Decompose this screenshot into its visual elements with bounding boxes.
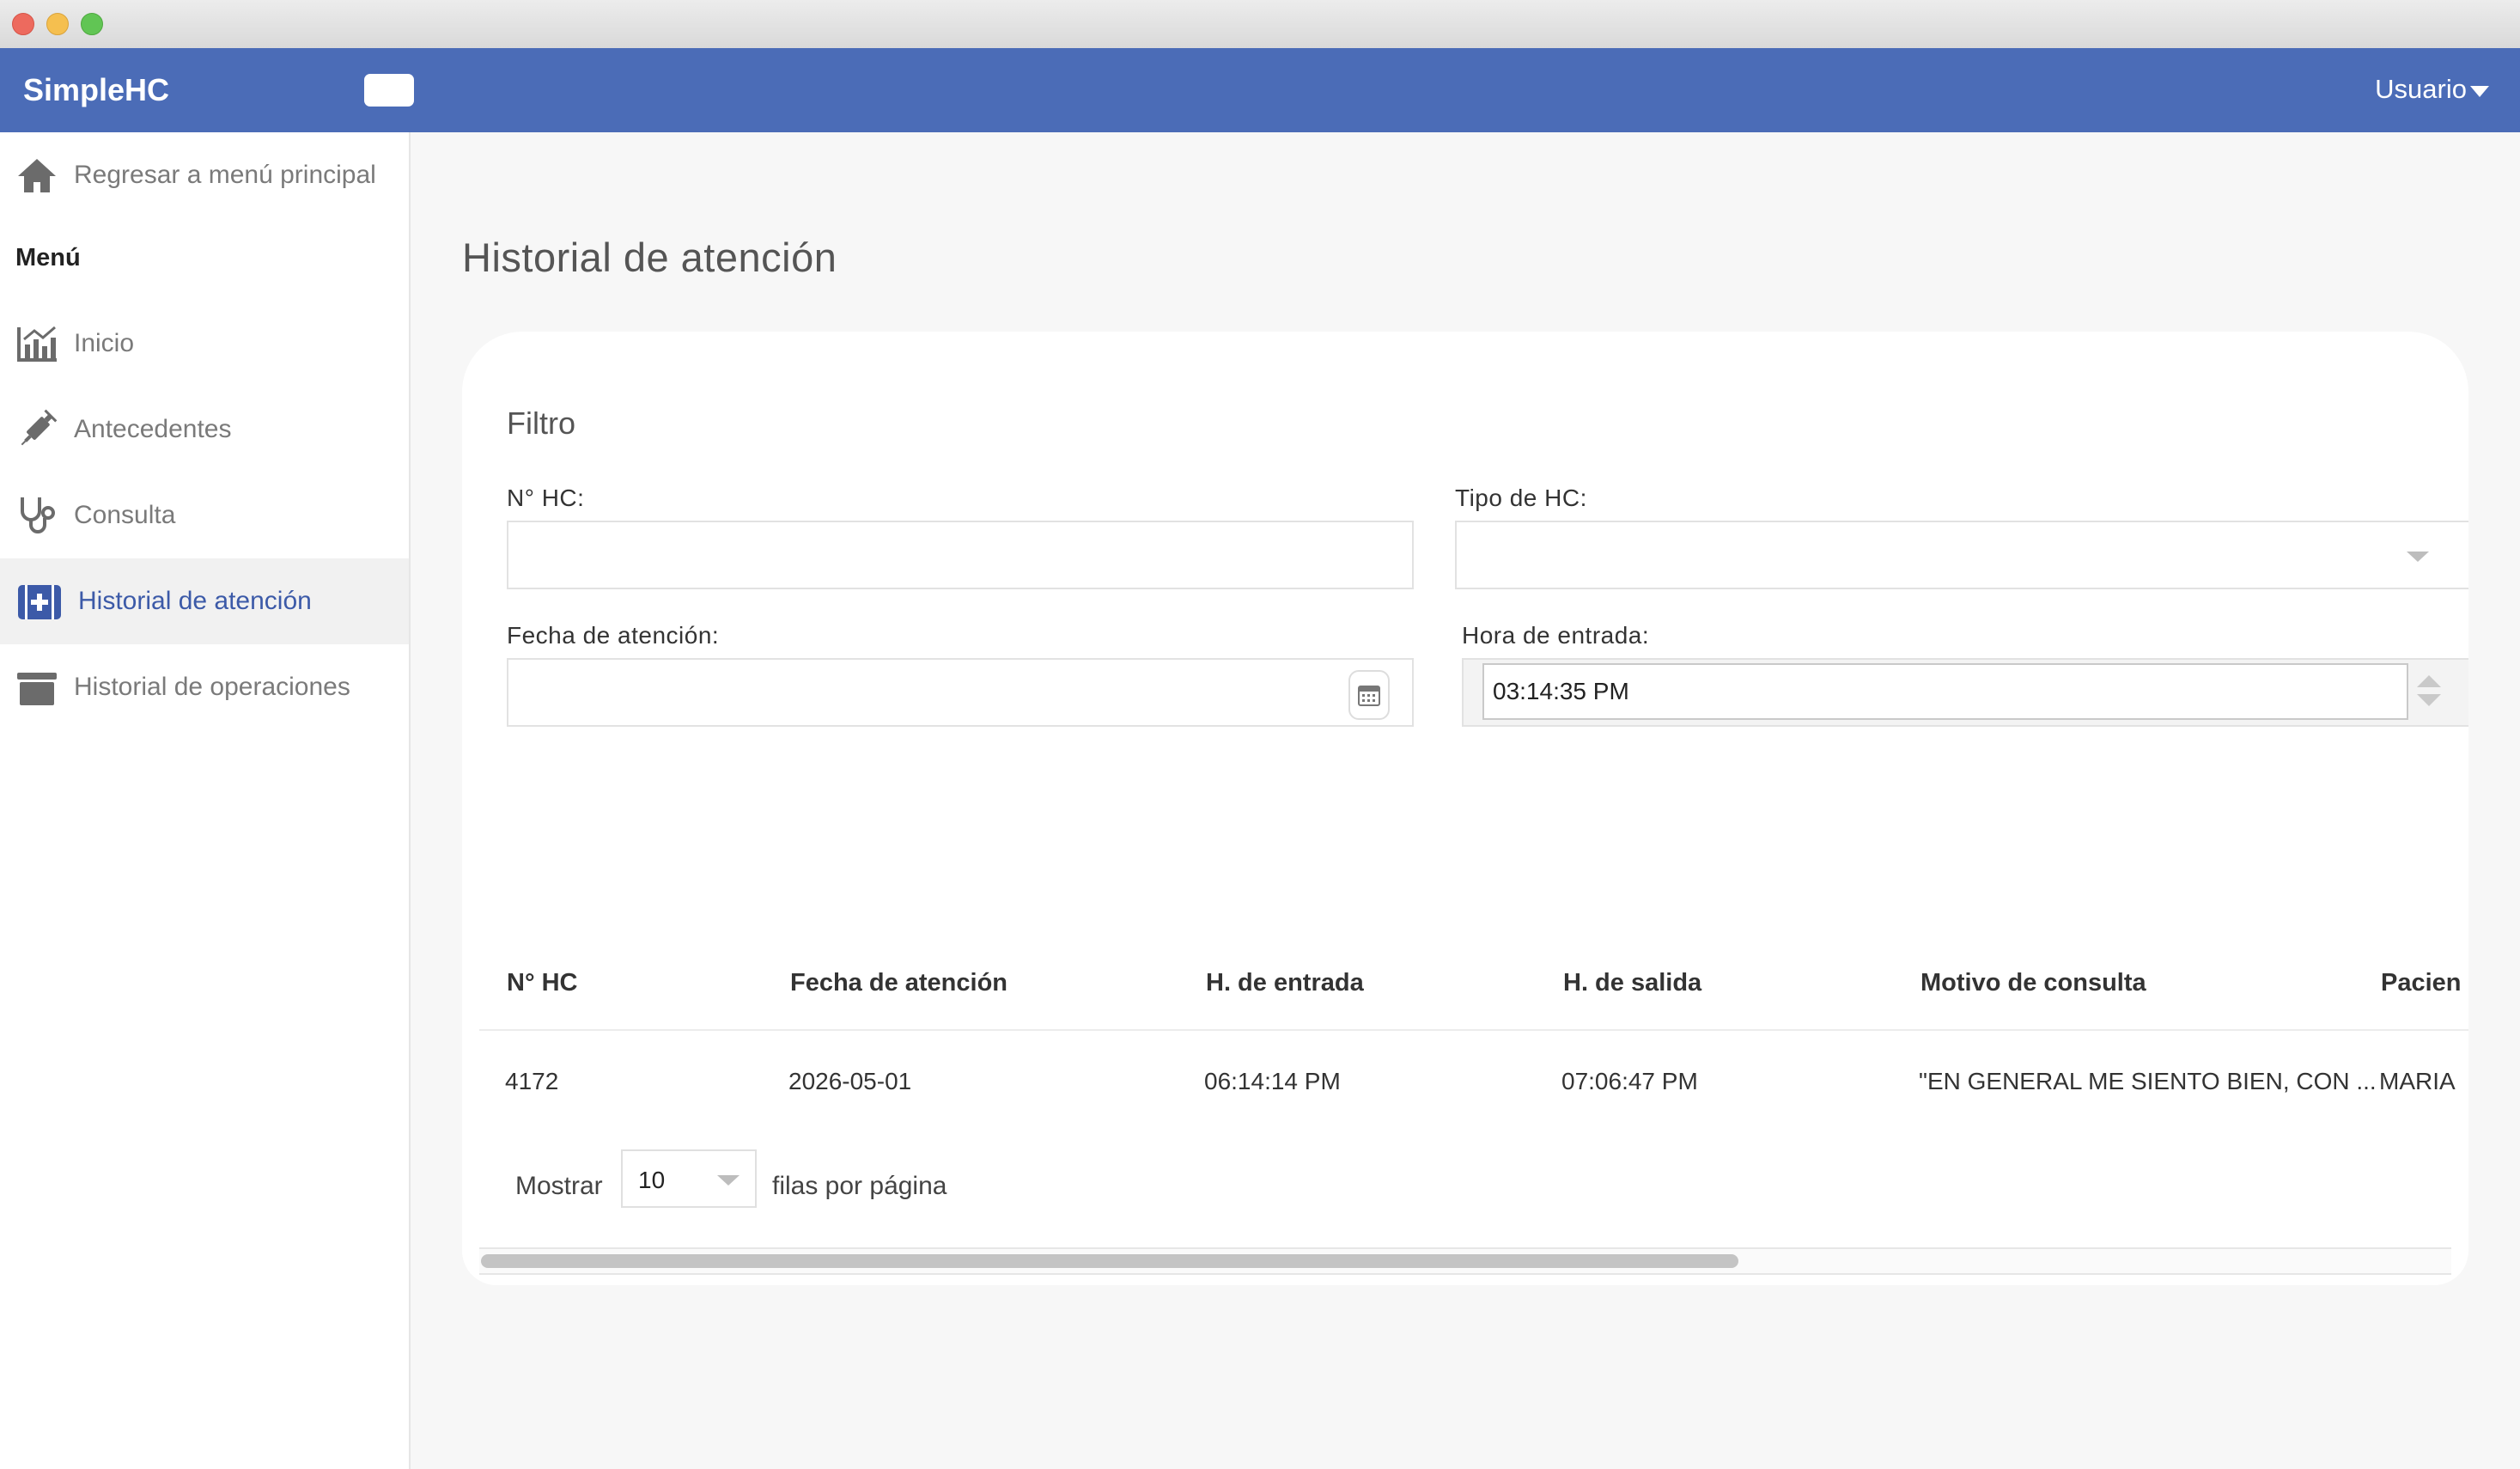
filter-title: Filtro xyxy=(507,405,575,441)
date-label: Fecha de atención: xyxy=(507,622,720,649)
filter-card: Filtro N° HC: Tipo de HC: Fecha de atenc… xyxy=(462,332,2468,1285)
calendar-button[interactable] xyxy=(1348,670,1390,720)
sidebar-item-label: Inicio xyxy=(74,329,135,357)
sidebar-item-consulta[interactable]: Consulta xyxy=(0,472,409,558)
chevron-down-icon xyxy=(717,1175,740,1186)
pager-show-label: Mostrar xyxy=(515,1172,603,1200)
rows-per-page-select[interactable]: 10 xyxy=(621,1149,757,1208)
close-window-button[interactable] xyxy=(12,13,34,35)
spinner-down-icon[interactable] xyxy=(2417,694,2441,706)
sidebar-item-label: Consulta xyxy=(74,501,176,529)
user-menu-label[interactable]: Usuario xyxy=(2375,74,2467,105)
syringe-icon xyxy=(21,409,58,446)
chart-icon xyxy=(17,326,57,362)
sidebar-item-label: Antecedentes xyxy=(74,415,232,443)
rows-per-page-value: 10 xyxy=(638,1167,666,1193)
table-divider xyxy=(479,1029,2468,1031)
main-content: Historial de atención Filtro N° HC: Tipo… xyxy=(411,132,2520,1469)
sidebar-item-antecedentes[interactable]: Antecedentes xyxy=(0,387,409,472)
cell-hc: 4172 xyxy=(505,1068,559,1094)
spinner-up-icon[interactable] xyxy=(2417,675,2441,687)
hc-number-label: N° HC: xyxy=(507,485,585,511)
column-header-patient[interactable]: Pacien xyxy=(2381,969,2462,997)
column-header-exit-time[interactable]: H. de salida xyxy=(1563,969,1701,997)
card-content: Filtro N° HC: Tipo de HC: Fecha de atenc… xyxy=(462,332,2468,1285)
brand-logo[interactable]: SimpleHC xyxy=(23,72,169,108)
sidebar-item-historial-atencion[interactable]: Historial de atención xyxy=(0,558,409,644)
home-icon xyxy=(18,159,56,192)
sidebar-item-inicio[interactable]: Inicio xyxy=(0,301,409,387)
caret-down-icon[interactable] xyxy=(2470,86,2489,97)
pager-per-page-label: filas por página xyxy=(772,1172,947,1200)
entry-time-field: 03:14:35 PM xyxy=(1462,658,2468,727)
sidebar-item-label: Historial de atención xyxy=(78,587,312,615)
cell-date: 2026-05-01 xyxy=(788,1068,912,1094)
sidebar-toggle-button[interactable] xyxy=(364,74,414,107)
chevron-down-icon[interactable] xyxy=(2407,552,2429,562)
window-titlebar xyxy=(0,0,2520,49)
hc-number-input[interactable] xyxy=(507,521,1414,589)
entry-time-input[interactable]: 03:14:35 PM xyxy=(1482,663,2408,720)
sidebar-item-label: Historial de operaciones xyxy=(74,673,350,701)
calendar-icon xyxy=(1358,686,1380,706)
top-navbar: SimpleHC Usuario xyxy=(0,48,2520,132)
cell-patient: MARIA xyxy=(2379,1068,2456,1094)
column-header-date[interactable]: Fecha de atención xyxy=(790,969,1007,997)
sidebar-item-back[interactable]: Regresar a menú principal xyxy=(0,132,409,218)
cell-reason: "EN GENERAL ME SIENTO BIEN, CON ... xyxy=(1919,1068,2377,1094)
column-header-reason[interactable]: Motivo de consulta xyxy=(1920,969,2146,997)
sidebar-item-historial-operaciones[interactable]: Historial de operaciones xyxy=(0,644,409,730)
entry-time-label: Hora de entrada: xyxy=(1462,622,1650,649)
cell-exit-time: 07:06:47 PM xyxy=(1561,1068,1698,1094)
sidebar-item-label: Regresar a menú principal xyxy=(74,161,376,189)
column-header-hc[interactable]: N° HC xyxy=(507,969,577,997)
hc-type-label: Tipo de HC: xyxy=(1455,485,1587,511)
page-title: Historial de atención xyxy=(462,235,837,280)
horizontal-scrollbar[interactable] xyxy=(479,1247,2451,1275)
scrollbar-thumb[interactable] xyxy=(481,1254,1738,1268)
hc-type-select[interactable] xyxy=(1455,521,2468,589)
minimize-window-button[interactable] xyxy=(46,13,69,35)
medical-kit-icon xyxy=(18,585,61,619)
date-input[interactable] xyxy=(507,658,1414,727)
column-header-entry-time[interactable]: H. de entrada xyxy=(1206,969,1364,997)
sidebar: Regresar a menú principal Menú Inicio An… xyxy=(0,132,411,1469)
cell-entry-time: 06:14:14 PM xyxy=(1204,1068,1341,1094)
menu-heading: Menú xyxy=(15,244,81,271)
maximize-window-button[interactable] xyxy=(81,13,103,35)
archive-icon xyxy=(17,673,57,705)
stethoscope-icon xyxy=(21,497,55,533)
